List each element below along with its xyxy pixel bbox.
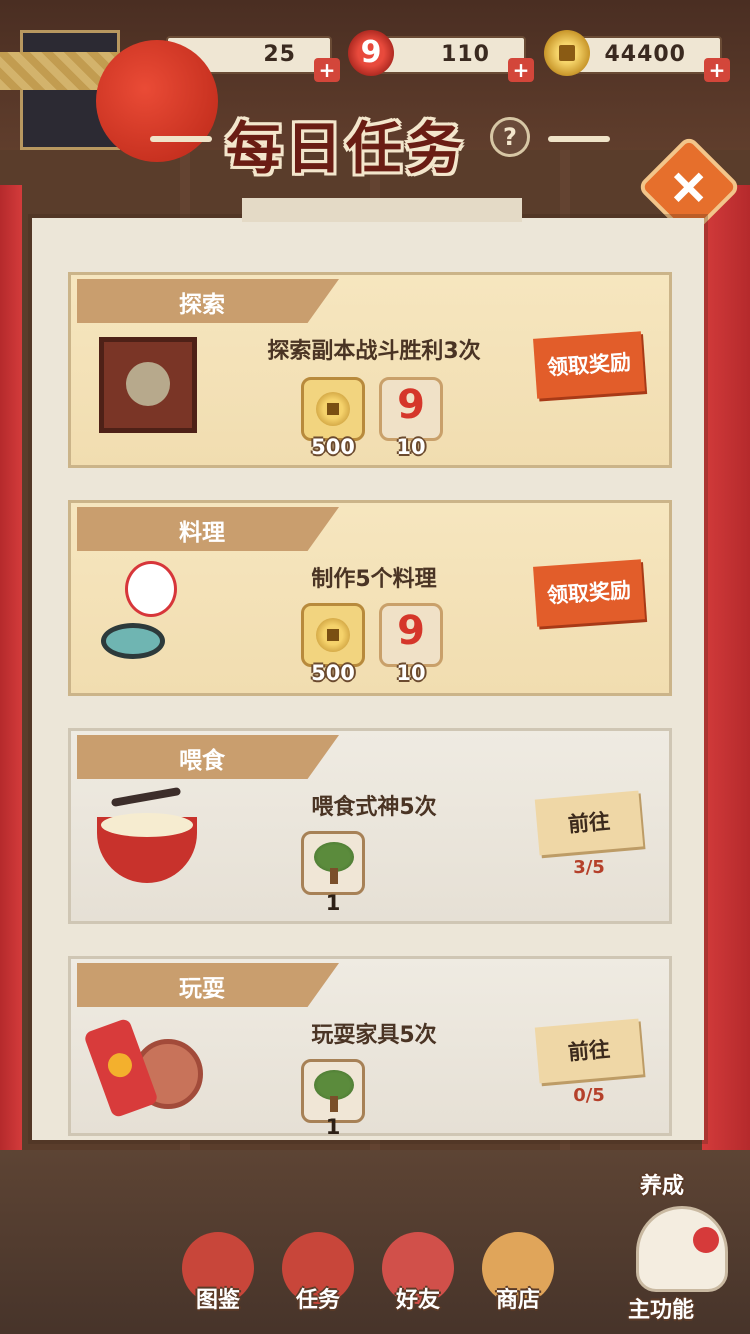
- claim-reward-button[interactable]: 领取奖励: [533, 331, 645, 399]
- task-category: 探索: [179, 292, 225, 318]
- task-progress: 0/5: [573, 1085, 605, 1106]
- task-category: 喂食: [179, 748, 225, 774]
- nav-tasks[interactable]: 任务: [278, 1232, 358, 1313]
- claim-reward-button[interactable]: 领取奖励: [533, 559, 645, 627]
- help-button[interactable]: ?: [490, 117, 530, 157]
- resource-value: 44400: [604, 42, 686, 67]
- task-card-play: 玩耍 玩耍家具5次 1 前往 0/5: [68, 956, 672, 1139]
- task-description: 探索副本战斗胜利3次: [267, 339, 481, 364]
- left-red-curtain: [0, 185, 22, 1165]
- nav-label: 图鉴: [195, 1288, 240, 1313]
- add-coin-button[interactable]: +: [704, 58, 730, 82]
- resource-coin: 44400 +: [544, 30, 730, 82]
- reward-amount: 500: [311, 661, 355, 685]
- page-title: 每日任务: [226, 117, 466, 182]
- task-panel: 探索 探索副本战斗胜利3次 500 9 10 领取奖励 料理 制作5个料理 50…: [32, 198, 704, 1140]
- right-red-curtain: [702, 185, 750, 1175]
- nav-friends[interactable]: 好友: [378, 1232, 458, 1313]
- task-category: 玩耍: [179, 976, 225, 1002]
- nav-label: 好友: [395, 1288, 440, 1313]
- nurture-button[interactable]: 养成: [640, 1168, 684, 1200]
- task-category-tag: 探索: [77, 279, 339, 323]
- resource-magatama: 9 110 +: [348, 30, 534, 82]
- reward-amount: 10: [396, 661, 426, 685]
- go-button[interactable]: 前往: [534, 790, 644, 856]
- reward-coin: [301, 377, 365, 441]
- task-category-tag: 料理: [77, 507, 339, 551]
- reward-magatama: 9: [379, 603, 443, 667]
- main-function-cat-icon[interactable]: [636, 1206, 728, 1292]
- add-magatama-button[interactable]: +: [508, 58, 534, 82]
- reward-amount: 1: [325, 1115, 341, 1139]
- task-progress: 3/5: [573, 857, 605, 878]
- task-category-tag: 喂食: [77, 735, 339, 779]
- paper-fold: [242, 198, 522, 222]
- main-function-button[interactable]: 主功能: [628, 1292, 694, 1324]
- task-category-tag: 玩耍: [77, 963, 339, 1007]
- nine-magatama-icon: 9: [397, 608, 425, 654]
- coin-icon: [544, 30, 590, 76]
- go-button[interactable]: 前往: [534, 1018, 644, 1084]
- task-description: 制作5个料理: [311, 567, 437, 592]
- resource-value: 110: [441, 42, 490, 67]
- nav-label: 商店: [495, 1288, 540, 1313]
- nine-magatama-icon: 9: [397, 382, 425, 428]
- title-left-ornament: [150, 136, 212, 142]
- nine-magatama-icon: 9: [348, 30, 394, 76]
- coin-icon: [316, 392, 350, 426]
- reward-coin: [301, 603, 365, 667]
- task-card-cooking: 料理 制作5个料理 500 9 10 领取奖励: [68, 500, 672, 696]
- task-category: 料理: [179, 520, 225, 546]
- task-description: 玩耍家具5次: [311, 1023, 437, 1048]
- ramen-bowl-icon: [97, 786, 197, 893]
- resource-value: 25: [263, 42, 296, 67]
- title-right-ornament: [548, 136, 610, 142]
- reward-amount: 10: [396, 435, 426, 459]
- red-sun-decoration: [96, 40, 218, 162]
- shrine-icon: [99, 337, 197, 433]
- reward-bonsai: [301, 831, 365, 895]
- coin-icon: [316, 618, 350, 652]
- task-card-explore: 探索 探索副本战斗胜利3次 500 9 10 领取奖励: [68, 272, 672, 468]
- nav-label: 任务: [295, 1288, 340, 1313]
- reward-amount: 500: [311, 435, 355, 459]
- cooking-spirit-icon: [95, 561, 205, 671]
- task-card-feed: 喂食 喂食式神5次 1 前往 3/5: [68, 728, 672, 924]
- reward-amount: 1: [325, 891, 341, 915]
- reward-magatama: 9: [379, 377, 443, 441]
- toy-icon: [83, 1017, 203, 1127]
- reward-bonsai: [301, 1059, 365, 1123]
- add-ticket-button[interactable]: +: [314, 58, 340, 82]
- task-description: 喂食式神5次: [311, 795, 437, 820]
- nav-shop[interactable]: 商店: [478, 1232, 558, 1313]
- nav-catalog[interactable]: 图鉴: [178, 1232, 258, 1313]
